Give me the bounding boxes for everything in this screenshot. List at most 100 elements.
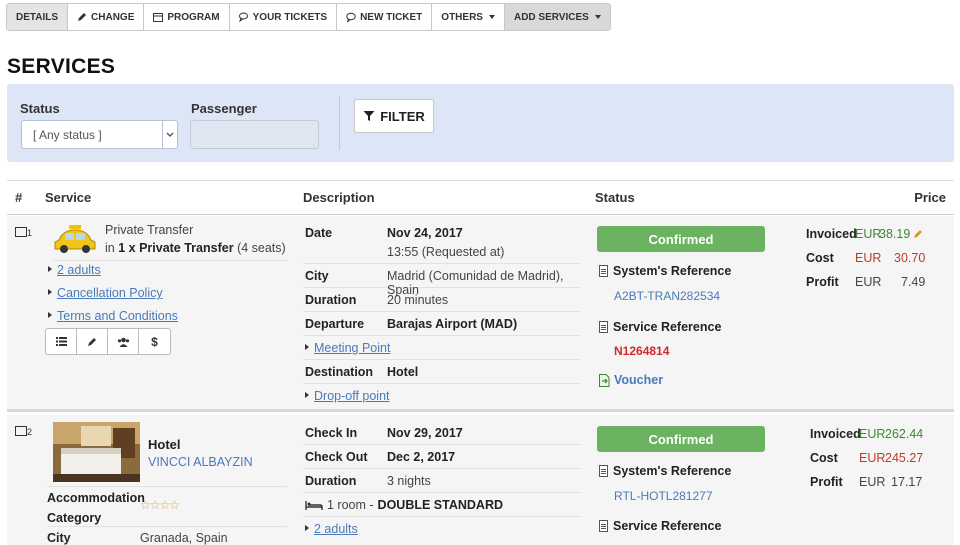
system-reference-text: System's Reference (613, 264, 732, 278)
caret-right-icon (48, 266, 52, 272)
filter-button[interactable]: FILTER (354, 99, 434, 133)
table-row: 2 Hotel VINCCI ALBAYZIN Accommodation Ca… (7, 415, 954, 545)
description-list: Date Nov 24, 2017 13:55 (Requested at) C… (303, 221, 581, 408)
group-icon (117, 337, 129, 347)
invoiced-value: 38.19 (879, 227, 911, 241)
caret-right-icon (48, 289, 52, 295)
profit-currency: EUR (859, 475, 886, 489)
meeting-point-link[interactable]: Meeting Point (314, 341, 390, 355)
city-row: City Madrid (Comunidad de Madrid), Spain (303, 264, 581, 297)
bed-icon (305, 501, 323, 510)
caret-right-icon (305, 525, 309, 531)
caret-right-icon (305, 392, 309, 398)
toolbar: DETAILS CHANGE PROGRAM YOUR TICKETS NEW … (6, 3, 611, 31)
dropoff-row: Drop-off point (303, 384, 581, 408)
filter-panel: Status [ Any status ] Passenger FILTER (7, 84, 954, 162)
adults-link[interactable]: 2 adults (57, 263, 101, 277)
cost-key: Cost (810, 451, 838, 465)
adults-row: 2 adults (303, 517, 581, 541)
system-reference-label: System's Reference (599, 464, 731, 478)
duration-key: Duration (305, 474, 357, 488)
checkin-key: Check In (305, 426, 358, 440)
adults-link[interactable]: 2 adults (314, 522, 358, 536)
price-block: Invoiced EUR 38.19 Cost EUR 30.70 Profit… (806, 227, 946, 297)
hotel-name-link[interactable]: VINCCI ALBAYZIN (148, 455, 253, 469)
edit-button[interactable] (77, 329, 108, 354)
duration-value: 20 minutes (387, 293, 449, 307)
calendar-icon (153, 13, 164, 22)
row-actions: $ (45, 328, 171, 355)
filter-divider (339, 96, 340, 150)
meeting-point-row: Meeting Point (303, 336, 581, 360)
invoiced-currency: EUR (855, 227, 882, 241)
service-reference-text: Service Reference (613, 320, 722, 334)
checkin-row: Check In Nov 29, 2017 (303, 421, 581, 445)
checkout-row: Check Out Dec 2, 2017 (303, 445, 581, 469)
price-button[interactable]: $ (139, 329, 170, 354)
row-number: 1 (27, 228, 33, 238)
taxi-car-icon (54, 225, 96, 253)
divider (47, 486, 287, 487)
status-filter-label: Status (20, 101, 60, 116)
comment-icon (346, 12, 356, 22)
status-select[interactable]: [ Any status ] (21, 120, 178, 149)
hotel-room-photo (53, 422, 140, 482)
document-icon (599, 265, 608, 277)
date-key: Date (305, 226, 333, 240)
destination-value: Hotel (387, 365, 419, 379)
program-button[interactable]: PROGRAM (144, 4, 230, 30)
date-value: Nov 24, 2017 (387, 226, 463, 240)
profit-key: Profit (806, 275, 839, 289)
your-tickets-label: YOUR TICKETS (252, 11, 328, 23)
voucher-link[interactable]: Voucher (599, 373, 663, 387)
add-services-dropdown[interactable]: ADD SERVICES (504, 4, 610, 30)
status-select-value: [ Any status ] (33, 128, 102, 142)
cancellation-policy-link[interactable]: Cancellation Policy (57, 286, 163, 300)
duration-value: 3 nights (387, 474, 431, 488)
invoiced-value: 262.44 (885, 427, 924, 441)
program-label: PROGRAM (167, 11, 220, 23)
row-checkbox[interactable] (15, 227, 27, 237)
others-dropdown[interactable]: OTHERS (432, 4, 505, 30)
filter-button-label: FILTER (380, 108, 425, 124)
page-title: SERVICES (7, 55, 116, 78)
edit-pencil-icon[interactable] (913, 229, 923, 239)
dropoff-toggle: Drop-off point (305, 389, 390, 403)
list-button[interactable] (46, 329, 77, 354)
pencil-icon (88, 337, 96, 346)
dropoff-point-link[interactable]: Drop-off point (314, 389, 390, 403)
system-reference-text: System's Reference (613, 464, 732, 478)
destination-row: Destination Hotel (303, 360, 581, 384)
passenger-input[interactable] (190, 120, 319, 149)
room-row: 1 room - DOUBLE STANDARD (303, 493, 581, 517)
service-description: in 1 x Private Transfer (4 seats) (105, 241, 286, 255)
services-table-header: # Service Description Status Price (7, 180, 954, 215)
cost-key: Cost (806, 251, 834, 265)
checkout-value: Dec 2, 2017 (387, 450, 456, 464)
row-number: 2 (27, 427, 33, 437)
service-type: Private Transfer (105, 223, 194, 237)
date-note: 13:55 (Requested at) (387, 245, 505, 259)
new-ticket-button[interactable]: NEW TICKET (337, 4, 433, 30)
passengers-button[interactable] (108, 329, 139, 354)
duration-key: Duration (305, 293, 357, 307)
service-type: Hotel (148, 437, 181, 452)
duration-row: Duration 3 nights (303, 469, 581, 493)
city-key: City (305, 269, 329, 283)
divider (53, 260, 287, 261)
header-description: Description (303, 190, 375, 205)
details-button[interactable]: DETAILS (7, 4, 69, 30)
your-tickets-button[interactable]: YOUR TICKETS (229, 4, 338, 30)
invoiced-currency: EUR (859, 427, 886, 441)
service-in: in (105, 241, 115, 255)
description-list: Check In Nov 29, 2017 Check Out Dec 2, 2… (303, 421, 581, 541)
terms-link[interactable]: Terms and Conditions (57, 309, 178, 323)
invoiced-key: Invoiced (810, 427, 861, 441)
document-icon (599, 520, 608, 532)
row-checkbox[interactable] (15, 426, 27, 436)
change-button[interactable]: CHANGE (68, 4, 145, 30)
pencil-icon (78, 13, 87, 21)
system-reference-label: System's Reference (599, 264, 731, 278)
list-icon (55, 337, 67, 346)
terms-link-row: Terms and Conditions (48, 309, 178, 323)
